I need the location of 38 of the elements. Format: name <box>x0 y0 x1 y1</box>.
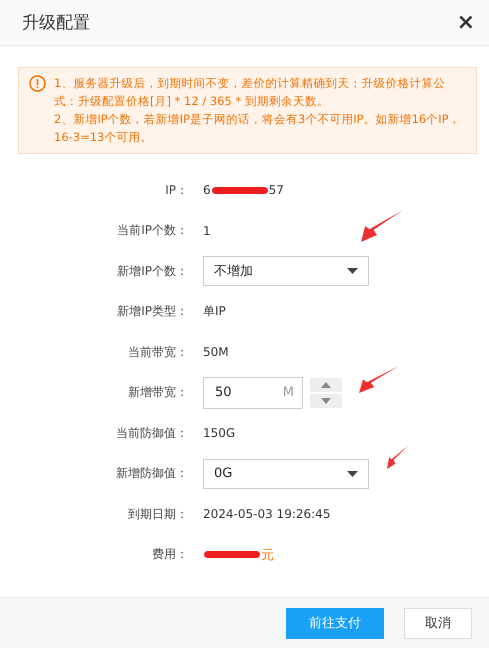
notice-text: 2、新增IP个数，若新增IP是子网的话，将会有3个不可用IP。如新增16个IP，16-3=13个可用。 <box>54 111 462 146</box>
dialog-title: 升级配置 <box>22 12 90 34</box>
up-triangle-icon <box>321 382 331 388</box>
field-label: 新增IP类型： <box>116 303 188 320</box>
field-value: 6 <box>203 183 211 198</box>
annotation-arrow <box>359 366 399 393</box>
field-label: IP： <box>164 182 188 199</box>
field-label: 当前IP个数： <box>116 222 188 240</box>
field-value: 57 <box>268 183 284 198</box>
field-label: 新增带宽： <box>127 384 188 402</box>
notice-text: 1、服务器升级后，到期时间不变，差价的计算精确到天；升级价格计算公式：升级配置价格[月] * 12 / 365 * 到期剩余天数。 <box>54 75 446 110</box>
field-label: 新增IP个数： <box>116 262 188 280</box>
field-label: 当前防御值： <box>115 424 188 442</box>
down-triangle-icon <box>321 398 331 404</box>
number-field[interactable]: 50 M <box>203 376 303 409</box>
redaction-mark <box>204 551 260 558</box>
caret-icon <box>347 268 358 274</box>
field-value: 150G <box>203 426 236 440</box>
field-value: 1 <box>203 224 211 238</box>
dropdown[interactable]: 不增加 <box>203 256 369 286</box>
field-label: 新增防御值： <box>115 465 188 482</box>
annotation-arrow <box>361 210 403 242</box>
field-value: 单IP <box>203 303 226 320</box>
close-button[interactable]: × <box>456 10 475 35</box>
field-label: 当前带宽： <box>127 344 188 361</box>
field-value: 50M <box>203 345 229 360</box>
price-unit: 元 <box>261 546 274 564</box>
cancel-button[interactable]: 取消 <box>404 608 472 638</box>
increment-button[interactable] <box>310 378 342 392</box>
field-label: 到期日期： <box>127 506 188 523</box>
field-label: 费用： <box>151 546 188 564</box>
redaction-mark <box>212 186 268 194</box>
decrement-button[interactable] <box>310 394 342 408</box>
field-value: 2024-05-03 19:26:45 <box>203 507 330 522</box>
warning-icon <box>29 75 46 92</box>
annotation-arrow <box>387 445 409 469</box>
dropdown[interactable]: 0G <box>203 458 369 489</box>
caret-icon <box>347 470 358 477</box>
